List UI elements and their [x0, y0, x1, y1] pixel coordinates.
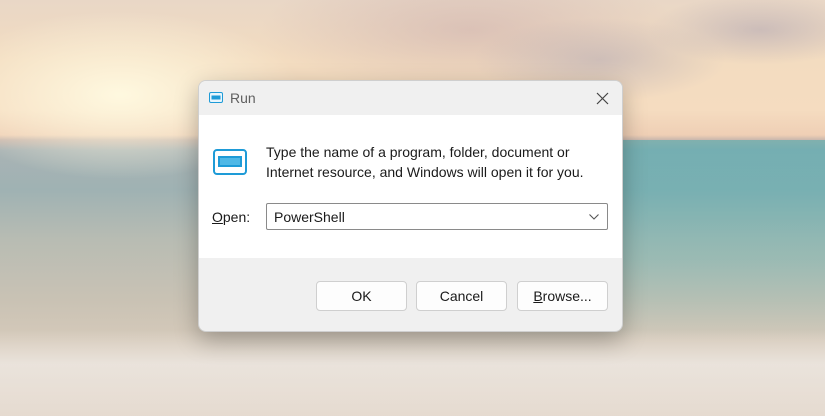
open-label-accel: O	[212, 209, 223, 225]
run-program-icon	[213, 149, 247, 175]
browse-button[interactable]: Browse...	[517, 281, 608, 311]
close-button[interactable]	[588, 85, 616, 111]
browse-label-rest: rowse...	[542, 288, 592, 304]
close-icon	[596, 92, 608, 104]
open-label-rest: pen:	[222, 209, 251, 225]
dialog-content: Type the name of a program, folder, docu…	[199, 115, 622, 258]
browse-accel: B	[533, 288, 543, 304]
run-dialog: Run Type the name of a program, folder, …	[198, 80, 623, 332]
open-dropdown-button[interactable]	[585, 208, 603, 225]
ok-button[interactable]: OK	[316, 281, 407, 311]
wallpaper-shore	[0, 330, 825, 416]
run-icon	[209, 92, 223, 103]
dialog-description: Type the name of a program, folder, docu…	[266, 144, 584, 180]
chevron-down-icon	[589, 213, 599, 220]
cancel-button[interactable]: Cancel	[416, 281, 507, 311]
dialog-title: Run	[230, 90, 256, 106]
open-combobox[interactable]	[266, 203, 608, 230]
open-label: Open:	[212, 209, 250, 225]
open-input[interactable]	[267, 204, 577, 229]
title-bar[interactable]: Run	[199, 81, 622, 115]
